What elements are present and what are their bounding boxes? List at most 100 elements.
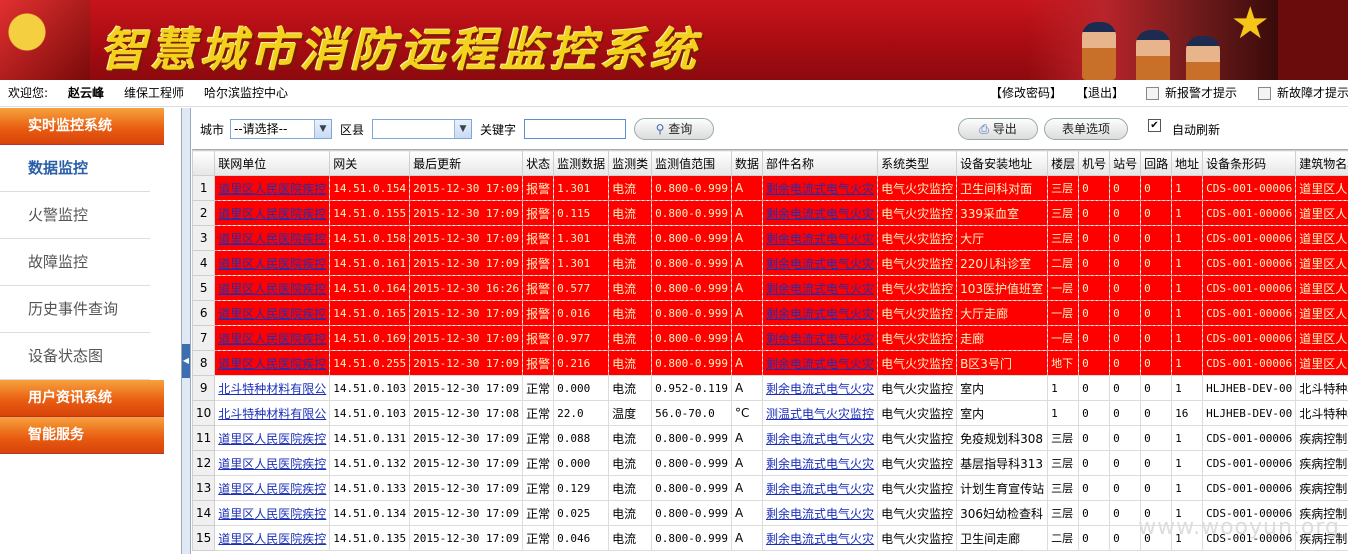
column-header[interactable]: 楼层 [1048, 151, 1079, 176]
table-cell[interactable]: 剩余电流式电气火灾 [763, 276, 878, 301]
table-row[interactable]: 7道里区人民医院疾控14.51.0.1692015-12-30 17:09报警0… [193, 326, 1348, 351]
table-cell[interactable]: 剩余电流式电气火灾 [763, 326, 878, 351]
city-select[interactable]: --请选择-- ▼ [230, 119, 332, 139]
column-header[interactable]: 监测数据 [554, 151, 609, 176]
column-header[interactable] [193, 151, 215, 176]
table-cell[interactable]: 道里区人民医院疾控 [215, 426, 330, 451]
sidebar-item-device-status[interactable]: 设备状态图 [0, 333, 150, 380]
collapse-arrow-icon[interactable]: ◀ [182, 344, 190, 378]
column-header[interactable]: 监测类 [609, 151, 652, 176]
column-header[interactable]: 数据 [732, 151, 763, 176]
chevron-down-icon[interactable]: ▼ [314, 120, 331, 138]
table-cell[interactable]: 剩余电流式电气火灾 [763, 201, 878, 226]
column-header[interactable]: 系统类型 [878, 151, 957, 176]
column-header[interactable]: 设备安装地址 [957, 151, 1048, 176]
unit-link[interactable]: 道里区人民医院疾控 [218, 182, 326, 196]
table-row[interactable]: 6道里区人民医院疾控14.51.0.1652015-12-30 17:09报警0… [193, 301, 1348, 326]
chevron-down-icon[interactable]: ▼ [454, 120, 471, 138]
table-row[interactable]: 5道里区人民医院疾控14.51.0.1642015-12-30 16:26报警0… [193, 276, 1348, 301]
new-alarm-option[interactable]: 新报警才提示 [1146, 80, 1237, 106]
unit-link[interactable]: 道里区人民医院疾控 [218, 232, 326, 246]
table-cell[interactable]: 道里区人民医院疾控 [215, 301, 330, 326]
component-link[interactable]: 剩余电流式电气火灾 [766, 307, 874, 321]
component-link[interactable]: 剩余电流式电气火灾 [766, 432, 874, 446]
table-cell[interactable]: 剩余电流式电气火灾 [763, 251, 878, 276]
component-link[interactable]: 剩余电流式电气火灾 [766, 182, 874, 196]
table-cell[interactable]: 剩余电流式电气火灾 [763, 451, 878, 476]
table-cell[interactable]: 道里区人民医院疾控 [215, 176, 330, 201]
component-link[interactable]: 剩余电流式电气火灾 [766, 257, 874, 271]
table-cell[interactable]: 剩余电流式电气火灾 [763, 376, 878, 401]
new-fault-option[interactable]: 新故障才提示 [1258, 80, 1348, 106]
sidebar-section-user-info[interactable]: 用户资讯系统 [0, 380, 164, 417]
unit-link[interactable]: 北斗特种材料有限公 [218, 382, 326, 396]
unit-link[interactable]: 道里区人民医院疾控 [218, 457, 326, 471]
sidebar-splitter[interactable]: ◀ [181, 108, 191, 554]
table-cell[interactable]: 剩余电流式电气火灾 [763, 476, 878, 501]
sidebar-section-smart-service[interactable]: 智能服务 [0, 417, 164, 454]
component-link[interactable]: 剩余电流式电气火灾 [766, 232, 874, 246]
sidebar-item-data-monitor[interactable]: 数据监控 [0, 145, 150, 192]
table-cell[interactable]: 测温式电气火灾监控 [763, 401, 878, 426]
column-header[interactable]: 网关 [330, 151, 410, 176]
unit-link[interactable]: 道里区人民医院疾控 [218, 432, 326, 446]
table-cell[interactable]: 道里区人民医院疾控 [215, 201, 330, 226]
column-header[interactable]: 建筑物名称 [1296, 151, 1348, 176]
auto-refresh-checkbox[interactable]: ✔ [1148, 119, 1161, 132]
column-header[interactable]: 状态 [523, 151, 554, 176]
table-row[interactable]: 4道里区人民医院疾控14.51.0.1612015-12-30 17:09报警1… [193, 251, 1348, 276]
table-cell[interactable]: 道里区人民医院疾控 [215, 501, 330, 526]
column-header[interactable]: 最后更新 [410, 151, 523, 176]
column-header[interactable]: 回路 [1141, 151, 1172, 176]
component-link[interactable]: 剩余电流式电气火灾 [766, 507, 874, 521]
column-header[interactable]: 机号 [1079, 151, 1110, 176]
table-cell[interactable]: 剩余电流式电气火灾 [763, 351, 878, 376]
new-fault-checkbox[interactable] [1258, 87, 1271, 100]
table-cell[interactable]: 剩余电流式电气火灾 [763, 426, 878, 451]
component-link[interactable]: 剩余电流式电气火灾 [766, 282, 874, 296]
table-cell[interactable]: 道里区人民医院疾控 [215, 476, 330, 501]
table-row[interactable]: 1道里区人民医院疾控14.51.0.1542015-12-30 17:09报警1… [193, 176, 1348, 201]
unit-link[interactable]: 道里区人民医院疾控 [218, 307, 326, 321]
component-link[interactable]: 剩余电流式电气火灾 [766, 532, 874, 546]
component-link[interactable]: 剩余电流式电气火灾 [766, 382, 874, 396]
unit-link[interactable]: 道里区人民医院疾控 [218, 207, 326, 221]
keyword-input[interactable] [524, 119, 626, 139]
column-header[interactable]: 部件名称 [763, 151, 878, 176]
component-link[interactable]: 剩余电流式电气火灾 [766, 357, 874, 371]
export-button[interactable]: ⎙ 导出 [958, 118, 1038, 140]
column-header[interactable]: 站号 [1110, 151, 1141, 176]
table-row[interactable]: 13道里区人民医院疾控14.51.0.1332015-12-30 17:09正常… [193, 476, 1348, 501]
sidebar-item-fire-alarm[interactable]: 火警监控 [0, 192, 150, 239]
table-row[interactable]: 8道里区人民医院疾控14.51.0.2552015-12-30 17:09报警0… [193, 351, 1348, 376]
table-cell[interactable]: 北斗特种材料有限公 [215, 376, 330, 401]
unit-link[interactable]: 道里区人民医院疾控 [218, 532, 326, 546]
table-row[interactable]: 10北斗特种材料有限公14.51.0.1032015-12-30 17:08正常… [193, 401, 1348, 426]
unit-link[interactable]: 道里区人民医院疾控 [218, 257, 326, 271]
sidebar-item-history-query[interactable]: 历史事件查询 [0, 286, 150, 333]
sidebar-item-fault-monitor[interactable]: 故障监控 [0, 239, 150, 286]
table-row[interactable]: 9北斗特种材料有限公14.51.0.1032015-12-30 17:09正常0… [193, 376, 1348, 401]
new-alarm-checkbox[interactable] [1146, 87, 1159, 100]
table-cell[interactable]: 道里区人民医院疾控 [215, 326, 330, 351]
table-row[interactable]: 11道里区人民医院疾控14.51.0.1312015-12-30 17:09正常… [193, 426, 1348, 451]
table-row[interactable]: 12道里区人民医院疾控14.51.0.1322015-12-30 17:09正常… [193, 451, 1348, 476]
sidebar-section-realtime[interactable]: 实时监控系统 [0, 108, 164, 145]
unit-link[interactable]: 北斗特种材料有限公 [218, 407, 326, 421]
column-options-button[interactable]: 表单选项 [1044, 118, 1128, 140]
component-link[interactable]: 剩余电流式电气火灾 [766, 332, 874, 346]
table-row[interactable]: 3道里区人民医院疾控14.51.0.1582015-12-30 17:09报警1… [193, 226, 1348, 251]
table-cell[interactable]: 道里区人民医院疾控 [215, 251, 330, 276]
table-cell[interactable]: 剩余电流式电气火灾 [763, 301, 878, 326]
component-link[interactable]: 测温式电气火灾监控 [766, 407, 874, 421]
table-cell[interactable]: 道里区人民医院疾控 [215, 226, 330, 251]
table-cell[interactable]: 剩余电流式电气火灾 [763, 526, 878, 551]
column-header[interactable]: 联网单位 [215, 151, 330, 176]
table-cell[interactable]: 剩余电流式电气火灾 [763, 501, 878, 526]
unit-link[interactable]: 道里区人民医院疾控 [218, 507, 326, 521]
table-cell[interactable]: 北斗特种材料有限公 [215, 401, 330, 426]
table-cell[interactable]: 道里区人民医院疾控 [215, 276, 330, 301]
district-select[interactable]: ▼ [372, 119, 472, 139]
column-header[interactable]: 设备条形码 [1203, 151, 1296, 176]
component-link[interactable]: 剩余电流式电气火灾 [766, 457, 874, 471]
